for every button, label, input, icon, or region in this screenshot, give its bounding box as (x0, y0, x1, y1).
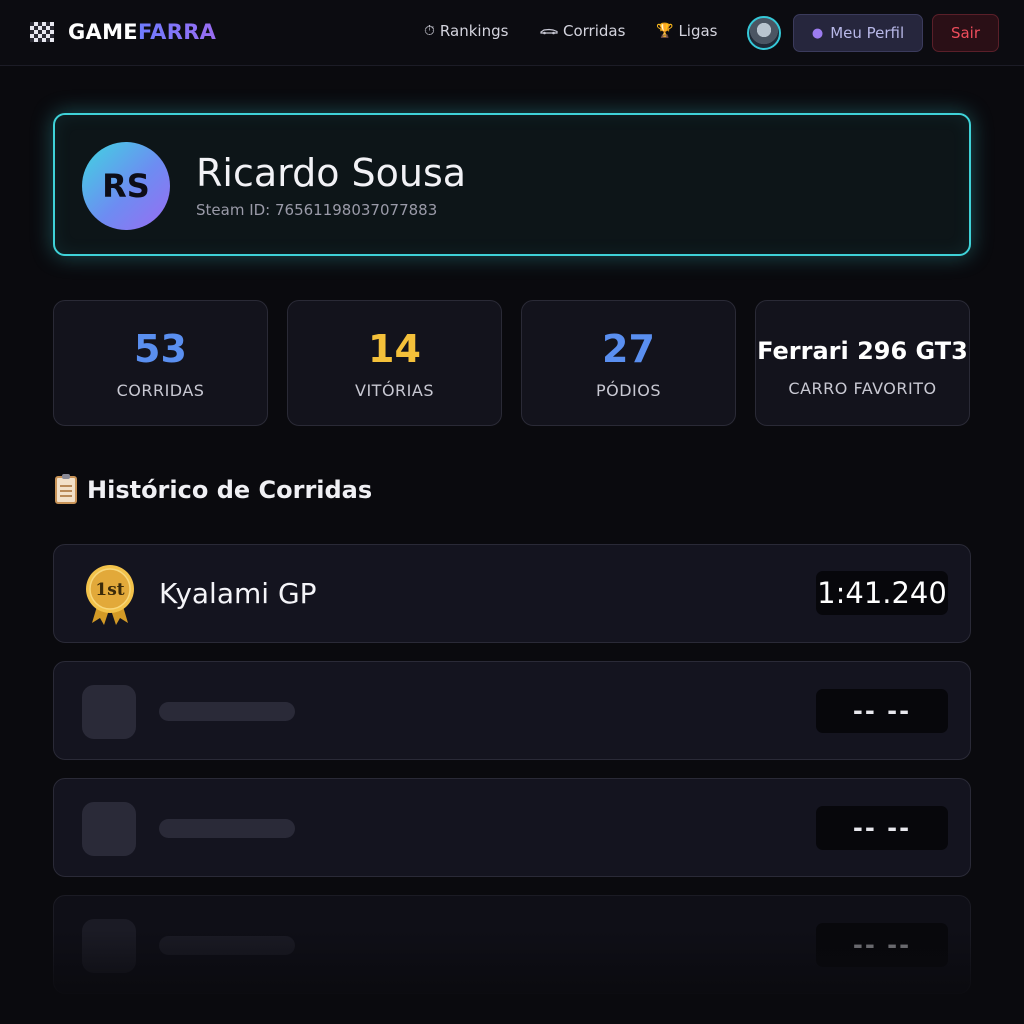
clipboard-icon (55, 474, 77, 504)
placeholder-icon (82, 685, 136, 739)
stat-value: 53 (134, 327, 187, 371)
stat-card-favorite-car: Ferrari 296 GT3 CARRO FAVORITO (755, 300, 970, 426)
logout-button[interactable]: Sair (932, 14, 999, 52)
stopwatch-icon: ⏱ (424, 23, 435, 39)
race-history-row-placeholder: -- -- (53, 778, 971, 877)
stat-label: VITÓRIAS (355, 381, 434, 400)
player-name: Ricardo Sousa (196, 151, 467, 195)
top-navbar: GAMEFARRA ⏱ Rankings Corridas 🏆 Ligas ● … (0, 0, 1024, 66)
nav-rankings-label: Rankings (439, 22, 509, 40)
placeholder-icon (82, 919, 136, 973)
placeholder-time: -- -- (816, 806, 948, 850)
race-history-row-placeholder: -- -- (53, 895, 971, 994)
race-car-icon (540, 23, 558, 39)
my-profile-button[interactable]: ● Meu Perfil (793, 14, 923, 52)
placeholder-text (159, 936, 295, 955)
placeholder-time: -- -- (816, 689, 948, 733)
nav-ligas-label: Ligas (678, 22, 718, 40)
steam-id: Steam ID: 76561198037077883 (196, 201, 438, 219)
brand-name: GAMEFARRA (68, 20, 217, 44)
user-icon: ● (811, 25, 824, 41)
stat-card-podiums: 27 PÓDIOS (521, 300, 736, 426)
stat-card-wins: 14 VITÓRIAS (287, 300, 502, 426)
race-track-name: Kyalami GP (159, 577, 317, 610)
race-history-title-text: Histórico de Corridas (87, 476, 373, 504)
placeholder-time: -- -- (816, 923, 948, 967)
checkered-flag-icon (30, 22, 54, 42)
profile-header-card: RS Ricardo Sousa Steam ID: 7656119803707… (53, 113, 971, 256)
placeholder-text (159, 819, 295, 838)
stat-value: Ferrari 296 GT3 (757, 337, 968, 365)
brand-logo[interactable]: GAMEFARRA (30, 20, 216, 44)
trophy-icon: 🏆 (656, 23, 674, 39)
stat-label: CARRO FAVORITO (788, 379, 937, 398)
medal-position: 1st (95, 580, 124, 600)
profile-avatar: RS (82, 142, 170, 230)
stat-value: 27 (602, 327, 655, 371)
gold-medal-icon: 1st (86, 565, 134, 625)
race-history-title: Histórico de Corridas (55, 474, 373, 504)
nav-corridas-label: Corridas (563, 22, 626, 40)
stat-value: 14 (368, 327, 421, 371)
nav-corridas[interactable]: Corridas (540, 22, 625, 40)
placeholder-text (159, 702, 295, 721)
nav-rankings[interactable]: ⏱ Rankings (424, 22, 508, 40)
my-profile-label: Meu Perfil (830, 24, 905, 42)
stat-label: PÓDIOS (595, 381, 662, 400)
race-history-row-placeholder: -- -- (53, 661, 971, 760)
race-lap-time: 1:41.240 (816, 571, 948, 615)
user-avatar[interactable] (747, 16, 781, 50)
stat-label: CORRIDAS (116, 381, 205, 400)
race-history-row[interactable]: 1st Kyalami GP 1:41.240 (53, 544, 971, 643)
stat-card-races: 53 CORRIDAS (53, 300, 268, 426)
placeholder-icon (82, 802, 136, 856)
nav-ligas[interactable]: 🏆 Ligas (656, 22, 718, 40)
